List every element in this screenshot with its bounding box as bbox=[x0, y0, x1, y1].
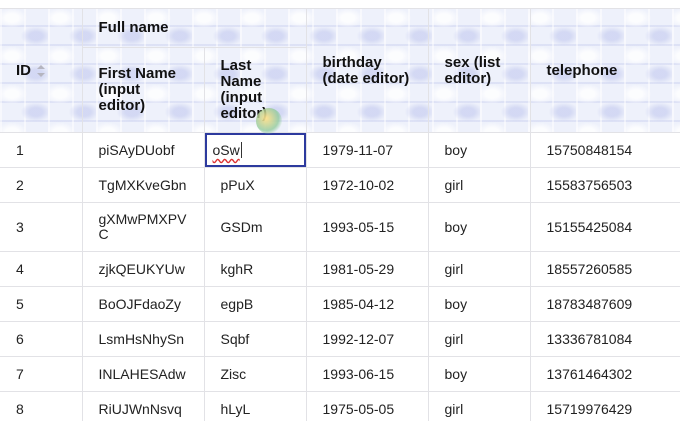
cell-telephone[interactable]: 13336781084 bbox=[529, 321, 680, 357]
cell-last-name[interactable]: hLyL bbox=[203, 391, 307, 421]
cell-id[interactable]: 3 bbox=[0, 202, 83, 252]
cell-sex[interactable]: boy bbox=[427, 202, 531, 252]
cell-last-name[interactable]: pPuX bbox=[203, 167, 307, 203]
table-row: 4 zjkQEUKYUw kghR 1981-05-29 girl 185572… bbox=[0, 251, 680, 287]
cell-first-name[interactable]: TgMXKveGbn bbox=[81, 167, 205, 203]
table-row: 6 LsmHsNhySn Sqbf 1992-12-07 girl 133367… bbox=[0, 321, 680, 357]
column-header-birthday[interactable]: birthday (date editor) bbox=[305, 8, 429, 133]
pointer-highlight-icon bbox=[256, 108, 282, 134]
cell-sex[interactable]: boy bbox=[427, 356, 531, 392]
column-header-telephone[interactable]: telephone bbox=[529, 8, 680, 133]
cell-first-name[interactable]: piSAyDUobf bbox=[81, 132, 205, 168]
cell-birthday[interactable]: 1979-11-07 bbox=[305, 132, 429, 168]
table-row: 3 gXMwPMXPVC GSDm 1993-05-15 boy 1515542… bbox=[0, 202, 680, 252]
cell-birthday[interactable]: 1972-10-02 bbox=[305, 167, 429, 203]
cell-telephone[interactable]: 18783487609 bbox=[529, 286, 680, 322]
table-row: 1 piSAyDUobf oSw 1979-11-07 boy 15750848… bbox=[0, 132, 680, 168]
cell-sex[interactable]: boy bbox=[427, 132, 531, 168]
cell-id[interactable]: 5 bbox=[0, 286, 83, 322]
sort-icon[interactable] bbox=[37, 64, 45, 77]
column-header-last-name[interactable]: Last Name (input editor) bbox=[203, 47, 307, 133]
cell-birthday[interactable]: 1981-05-29 bbox=[305, 251, 429, 287]
cell-last-name[interactable]: GSDm bbox=[203, 202, 307, 252]
cell-birthday[interactable]: 1993-05-15 bbox=[305, 202, 429, 252]
column-group-full-name: Full name bbox=[81, 8, 307, 48]
editor-value: oSw bbox=[212, 142, 240, 158]
cell-telephone[interactable]: 13761464302 bbox=[529, 356, 680, 392]
cell-id[interactable]: 2 bbox=[0, 167, 83, 203]
column-header-id-label: ID bbox=[16, 61, 31, 79]
cell-telephone[interactable]: 15750848154 bbox=[529, 132, 680, 168]
table-row: 7 INLAHESAdw Zisc 1993-06-15 boy 1376146… bbox=[0, 356, 680, 392]
cell-sex[interactable]: girl bbox=[427, 321, 531, 357]
last-name-input-editor[interactable]: oSw bbox=[204, 133, 306, 167]
cell-id[interactable]: 7 bbox=[0, 356, 83, 392]
column-header-id[interactable]: ID bbox=[0, 8, 83, 133]
cell-last-name[interactable]: kghR bbox=[203, 251, 307, 287]
column-header-first-name[interactable]: First Name (input editor) bbox=[82, 47, 205, 133]
cell-id[interactable]: 1 bbox=[0, 132, 83, 168]
cell-first-name[interactable]: BoOJFdaoZy bbox=[81, 286, 205, 322]
cell-last-name[interactable]: Sqbf bbox=[203, 321, 307, 357]
cell-id[interactable]: 6 bbox=[0, 321, 83, 357]
cell-sex[interactable]: boy bbox=[427, 286, 531, 322]
cell-telephone[interactable]: 18557260585 bbox=[529, 251, 680, 287]
cell-sex[interactable]: girl bbox=[427, 391, 531, 421]
text-caret bbox=[240, 142, 242, 158]
cell-first-name[interactable]: LsmHsNhySn bbox=[81, 321, 205, 357]
cell-sex[interactable]: girl bbox=[427, 167, 531, 203]
cell-id[interactable]: 8 bbox=[0, 391, 83, 421]
column-header-sex[interactable]: sex (list editor) bbox=[427, 8, 531, 133]
cell-first-name[interactable]: INLAHESAdw bbox=[81, 356, 205, 392]
cell-first-name[interactable]: zjkQEUKYUw bbox=[81, 251, 205, 287]
cell-birthday[interactable]: 1985-04-12 bbox=[305, 286, 429, 322]
cell-last-name[interactable]: egpB bbox=[203, 286, 307, 322]
cell-telephone[interactable]: 15155425084 bbox=[529, 202, 680, 252]
table-row: 8 RiUJWnNsvq hLyL 1975-05-05 girl 157199… bbox=[0, 391, 680, 421]
header-row-group: ID Full name birthday (date editor) sex … bbox=[0, 8, 680, 133]
table-view: ID Full name birthday (date editor) sex … bbox=[0, 0, 680, 421]
table-row: 5 BoOJFdaoZy egpB 1985-04-12 boy 1878348… bbox=[0, 286, 680, 322]
cell-sex[interactable]: girl bbox=[427, 251, 531, 287]
cell-telephone[interactable]: 15583756503 bbox=[529, 167, 680, 203]
cell-first-name[interactable]: gXMwPMXPVC bbox=[81, 202, 205, 252]
cell-telephone[interactable]: 15719976429 bbox=[529, 391, 680, 421]
cell-id[interactable]: 4 bbox=[0, 251, 83, 287]
cell-last-name[interactable]: oSw bbox=[203, 132, 307, 168]
cell-last-name[interactable]: Zisc bbox=[203, 356, 307, 392]
cell-birthday[interactable]: 1993-06-15 bbox=[305, 356, 429, 392]
cell-first-name[interactable]: RiUJWnNsvq bbox=[81, 391, 205, 421]
data-grid: ID Full name birthday (date editor) sex … bbox=[0, 8, 680, 421]
table-row: 2 TgMXKveGbn pPuX 1972-10-02 girl 155837… bbox=[0, 167, 680, 203]
cell-birthday[interactable]: 1992-12-07 bbox=[305, 321, 429, 357]
cell-birthday[interactable]: 1975-05-05 bbox=[305, 391, 429, 421]
